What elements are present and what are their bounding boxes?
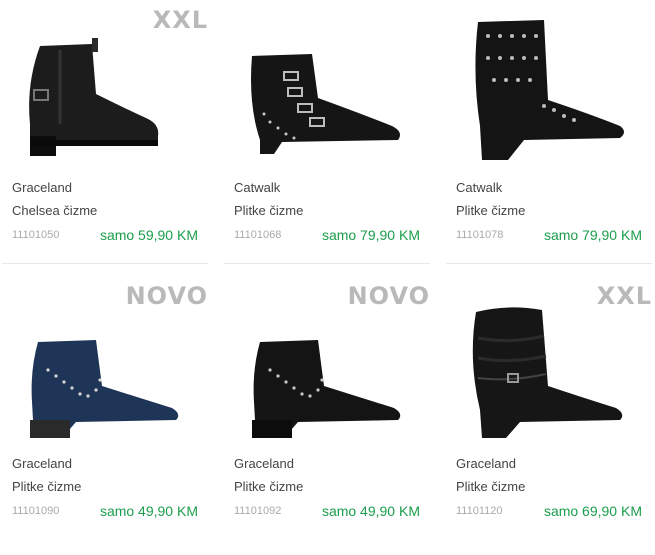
card-divider <box>446 263 652 264</box>
product-sku: 11101078 <box>456 229 504 241</box>
product-category: Plitke čizme <box>234 203 304 218</box>
product-brand: Graceland <box>12 180 72 195</box>
product-category: Chelsea čizme <box>12 203 98 218</box>
product-sku: 11101068 <box>234 229 282 241</box>
product-brand: Graceland <box>234 456 294 471</box>
product-price: samo 49,90 KM <box>321 503 420 519</box>
product-category: Plitke čizme <box>456 203 526 218</box>
slouch-boot-icon[interactable] <box>444 290 654 440</box>
product-card[interactable]: NOVO Graceland Plitke čizme 11101090 sam… <box>0 276 210 546</box>
product-sku: 11101050 <box>12 229 60 241</box>
product-category: Plitke čizme <box>234 479 304 494</box>
product-price: samo 69,90 KM <box>543 503 642 519</box>
product-category: Plitke čizme <box>456 479 526 494</box>
product-brand: Graceland <box>12 456 72 471</box>
studded-boot-icon[interactable] <box>444 14 654 164</box>
product-price: samo 59,90 KM <box>99 227 198 243</box>
product-sku: 11101120 <box>456 505 503 517</box>
product-card[interactable]: XXL Graceland Chelsea čizme 11101050 sam… <box>0 0 210 270</box>
studded-ankle-boot-icon[interactable] <box>222 290 432 440</box>
chelsea-boot-icon[interactable] <box>0 14 210 164</box>
buckle-boot-icon[interactable] <box>222 14 432 164</box>
product-brand: Catwalk <box>456 180 503 195</box>
product-price: samo 79,90 KM <box>543 227 642 243</box>
product-brand: Catwalk <box>234 180 281 195</box>
product-card[interactable]: Catwalk Plitke čizme 11101078 samo 79,90… <box>444 0 654 270</box>
product-sku: 11101090 <box>12 505 60 517</box>
product-price: samo 79,90 KM <box>321 227 420 243</box>
product-category: Plitke čizme <box>12 479 82 494</box>
card-divider <box>224 263 430 264</box>
product-sku: 11101092 <box>234 505 282 517</box>
card-divider <box>2 263 208 264</box>
product-brand: Graceland <box>456 456 516 471</box>
studded-ankle-boot-icon[interactable] <box>0 290 210 440</box>
product-card[interactable]: XXL Graceland Plitke čizme 11101120 samo… <box>444 276 654 546</box>
product-card[interactable]: Catwalk Plitke čizme 11101068 samo 79,90… <box>222 0 432 270</box>
product-price: samo 49,90 KM <box>99 503 198 519</box>
product-card[interactable]: NOVO Graceland Plitke čizme 11101092 sam… <box>222 276 432 546</box>
